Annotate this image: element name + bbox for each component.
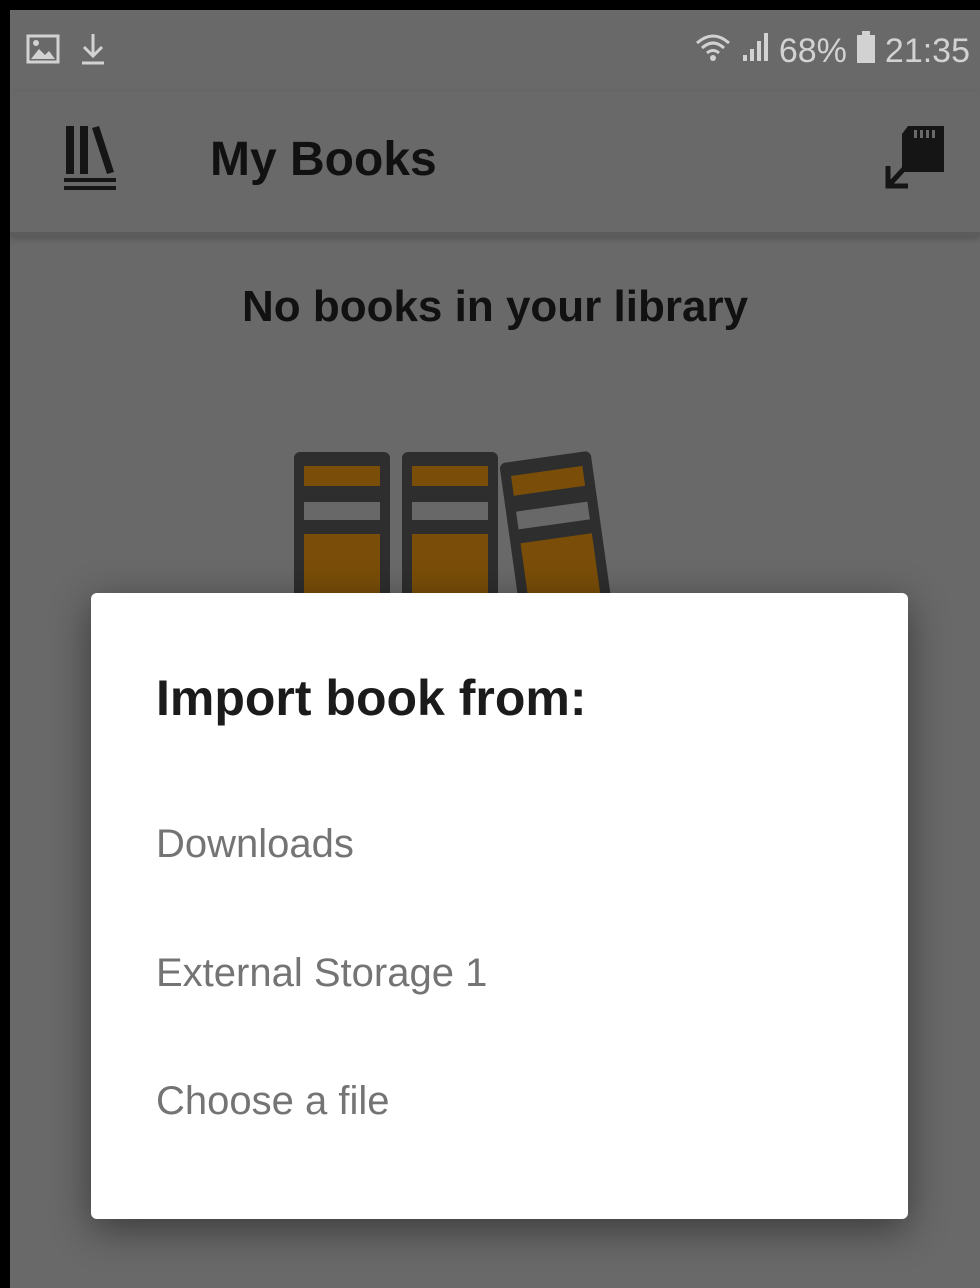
books-icon xyxy=(288,442,638,634)
signal-icon xyxy=(741,31,771,72)
app-screen: 68% 21:35 My Books No books in your libr… xyxy=(10,10,980,1288)
option-downloads[interactable]: Downloads xyxy=(91,789,908,899)
dialog-title: Import book from: xyxy=(156,670,587,726)
import-dialog: Import book from: Downloads External Sto… xyxy=(91,593,908,1219)
library-icon[interactable] xyxy=(62,122,118,197)
option-choose-file[interactable]: Choose a file xyxy=(91,1046,908,1156)
clock: 21:35 xyxy=(884,32,970,70)
gallery-icon xyxy=(26,34,60,69)
app-bar: My Books xyxy=(10,92,980,236)
download-icon xyxy=(80,32,106,71)
wifi-icon xyxy=(693,31,733,72)
battery-icon xyxy=(855,30,877,73)
empty-library-message: No books in your library xyxy=(241,282,749,331)
sd-card-import-icon[interactable] xyxy=(882,122,952,197)
page-title: My Books xyxy=(210,133,437,186)
battery-percent: 68% xyxy=(778,32,847,70)
option-external-storage[interactable]: External Storage 1 xyxy=(91,918,908,1028)
status-bar: 68% 21:35 xyxy=(10,10,980,92)
